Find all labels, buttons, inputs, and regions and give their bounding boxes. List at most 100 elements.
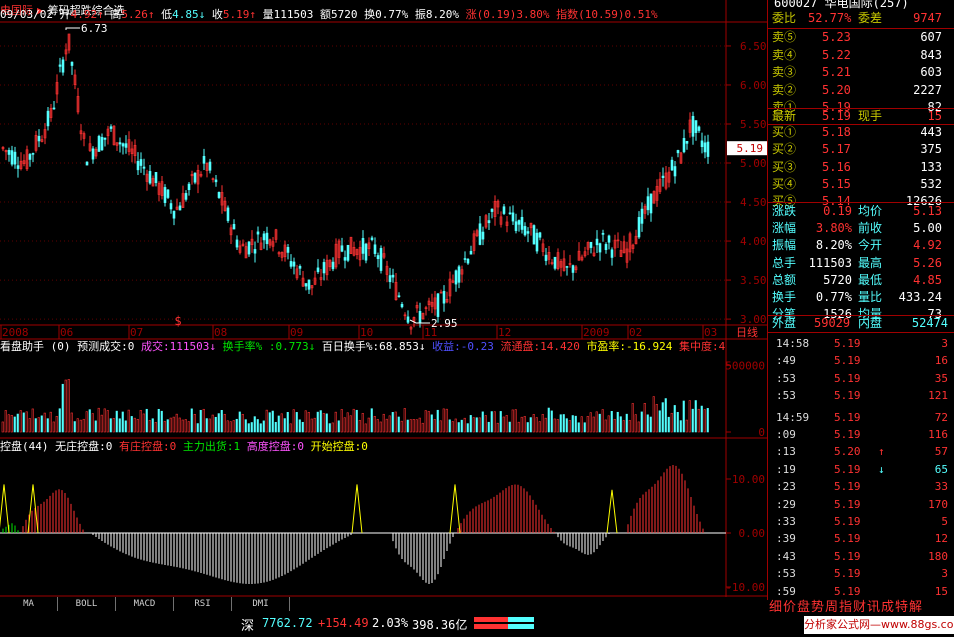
volume-bar: [418, 417, 421, 433]
volume-bar: [598, 413, 601, 433]
function-keys[interactable]: 细价盘势周指财讯成特解: [767, 594, 954, 615]
candle-body: [697, 126, 701, 131]
candle-body: [703, 142, 707, 153]
bid-row-cell: 5.17: [822, 142, 851, 157]
volume-bar: [376, 419, 379, 433]
volume-bar: [493, 411, 496, 433]
volume-bar: [700, 405, 703, 433]
ask-row-cell: 5.22: [822, 47, 851, 62]
volume-bar: [139, 410, 142, 433]
volume-bar: [655, 404, 658, 433]
volume-bar: [421, 422, 424, 433]
tick-row-cell: :09: [776, 428, 796, 441]
tab-ma[interactable]: MA: [0, 597, 58, 611]
stat-row-cell: 最低: [858, 272, 883, 287]
candle-body: [346, 244, 350, 261]
candle-body: [373, 244, 377, 254]
volume-bar: [292, 409, 295, 433]
volume-bar: [484, 415, 487, 433]
candle-body: [379, 248, 383, 271]
volume-bar: [706, 408, 709, 433]
candle-body: [601, 232, 605, 235]
candle-body: [154, 172, 158, 184]
candle-body: [514, 221, 518, 231]
candle-body: [61, 59, 65, 73]
volume-bar: [523, 416, 526, 433]
date-label: 07: [130, 326, 143, 339]
volume-bar: [247, 423, 250, 433]
volume-bar: [625, 413, 628, 433]
volume-bar: [103, 408, 106, 433]
ctrl-spike: [449, 484, 461, 534]
tick-row: :33 5.19 5: [770, 513, 952, 530]
candle-body: [232, 224, 236, 230]
stat-row-cell: 5720: [823, 272, 852, 287]
candle-body: [466, 258, 470, 264]
volume-bar: [106, 410, 109, 433]
tick-row-cell: 121: [928, 389, 948, 403]
candle-body: [436, 293, 440, 317]
stat-row: 总额 5720 最低 4.85: [770, 272, 952, 289]
candle-body: [121, 143, 125, 147]
ctrl-spike: [606, 489, 618, 534]
candle-body: [235, 239, 239, 248]
candle-body: [517, 220, 521, 225]
tab-dmi[interactable]: DMI: [232, 597, 290, 611]
bid-row: 买② 5.17 375: [770, 141, 952, 158]
volume-bar: [160, 410, 163, 433]
volume-bar: [403, 408, 406, 433]
volume-bar: [634, 414, 637, 433]
tick-row-cell: 57: [934, 445, 948, 459]
volume-bar: [76, 418, 79, 433]
tick-row: :13 5.20 57 ↑: [770, 443, 952, 460]
candle-body: [553, 256, 557, 269]
tick-row-cell: 5.19: [834, 462, 861, 476]
bid-row-cell: 443: [920, 125, 942, 139]
volume-bar: [250, 422, 253, 433]
volume-bar: [10, 415, 13, 433]
last-row-cell: 最新: [772, 109, 797, 123]
amplitude-value: 8.20%: [425, 8, 459, 21]
volume-bar: [379, 421, 382, 433]
volume-bar: [397, 416, 400, 433]
candle-body: [670, 159, 674, 171]
tick-row-cell: 33: [934, 480, 948, 494]
chart-canvas[interactable]: 6.50 6.00 5.50 5.00 4.50 4.00 3.50 3.00 5.19 6.73…: [0, 0, 767, 597]
volume-bar: [136, 419, 139, 433]
volume-bar: [121, 411, 124, 433]
volume-bar: [364, 423, 367, 433]
stat-row: 总手 111503 最高 5.26: [770, 255, 952, 272]
volume-bar: [463, 417, 466, 433]
volume-bar: [151, 418, 154, 433]
volume-bar: [190, 408, 193, 433]
tick-row-cell: :39: [776, 532, 796, 546]
candle-body: [256, 231, 260, 235]
last-row-cell: 现手: [858, 109, 883, 123]
volume-bar: [424, 410, 427, 433]
stat-row: 振幅 8.20% 今开 4.92: [770, 237, 952, 254]
volume-bar: [400, 420, 403, 433]
candle-body: [418, 311, 422, 323]
date-label: 09: [290, 326, 303, 339]
tab-rsi[interactable]: RSI: [174, 597, 232, 611]
candle-body: [364, 243, 368, 261]
volume-bar: [385, 418, 388, 433]
turnover-value: 0.77%: [375, 8, 409, 21]
quote-panel: 600027 华电国际(257) 委比 52.77% 委差 9747 卖⑤ 5.23 607…: [767, 0, 954, 600]
stat-row-cell: 换手: [772, 290, 797, 304]
candle-body: [265, 232, 269, 244]
bid-row-cell: 5.16: [822, 159, 851, 174]
tab-macd[interactable]: MACD: [116, 597, 174, 611]
volume-bar: [262, 420, 265, 433]
ask-row-cell: 603: [920, 65, 942, 80]
tick-row-cell: 5.19: [834, 371, 861, 385]
candle-body: [544, 254, 548, 261]
tab-boll[interactable]: BOLL: [58, 597, 116, 611]
volume-bar: [646, 414, 649, 433]
volume-bar: [694, 400, 697, 433]
volume-bar: [580, 416, 583, 433]
candle-body: [502, 206, 506, 214]
volume-bar: [457, 422, 460, 433]
volume-bar: [433, 419, 436, 433]
volume-bar: [565, 418, 568, 433]
